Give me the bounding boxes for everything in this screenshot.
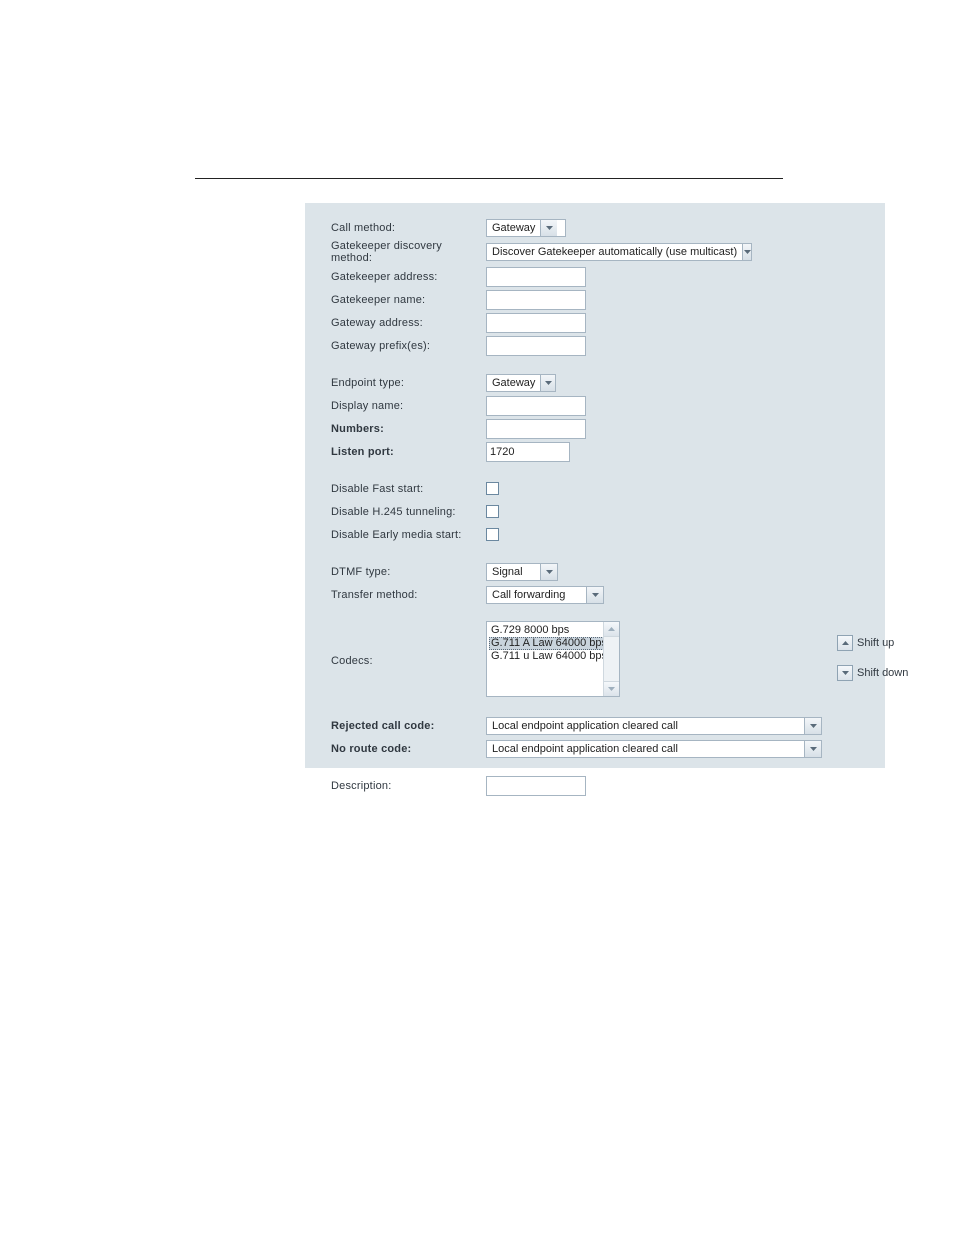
gw-address-input[interactable] <box>486 313 586 333</box>
disable-h245-checkbox[interactable] <box>486 505 499 518</box>
gk-name-input[interactable] <box>486 290 586 310</box>
gk-discovery-select[interactable]: Discover Gatekeeper automatically (use m… <box>486 243 752 261</box>
description-label: Description: <box>331 780 486 792</box>
no-route-code-value: Local endpoint application cleared call <box>487 741 804 757</box>
gk-discovery-value: Discover Gatekeeper automatically (use m… <box>487 244 742 260</box>
gw-prefix-input[interactable] <box>486 336 586 356</box>
listen-port-label: Listen port: <box>331 446 486 458</box>
scroll-up-icon[interactable] <box>604 622 619 637</box>
endpoint-type-select[interactable]: Gateway <box>486 374 556 392</box>
call-method-label: Call method: <box>331 222 486 234</box>
chevron-down-icon <box>540 564 557 580</box>
list-item[interactable]: G.729 8000 bps <box>489 624 604 637</box>
dtmf-type-value: Signal <box>487 564 540 580</box>
gk-address-label: Gatekeeper address: <box>331 271 486 283</box>
shift-up-label: Shift up <box>857 637 894 649</box>
gk-name-label: Gatekeeper name: <box>331 294 486 306</box>
numbers-input[interactable] <box>486 419 586 439</box>
disable-early-checkbox[interactable] <box>486 528 499 541</box>
arrow-up-icon <box>837 635 853 651</box>
call-method-value: Gateway <box>487 220 540 236</box>
gk-discovery-label: Gatekeeper discovery method: <box>331 240 486 264</box>
transfer-method-label: Transfer method: <box>331 589 486 601</box>
codecs-listbox[interactable]: G.729 8000 bps G.711 A Law 64000 bps G.7… <box>486 621 620 697</box>
listen-port-input[interactable] <box>486 442 570 462</box>
transfer-method-value: Call forwarding <box>487 587 586 603</box>
call-method-select[interactable]: Gateway <box>486 219 566 237</box>
shift-down-button[interactable]: Shift down <box>837 665 917 681</box>
chevron-down-icon <box>540 375 555 391</box>
rejected-code-value: Local endpoint application cleared call <box>487 718 804 734</box>
scrollbar[interactable] <box>603 622 619 696</box>
chevron-down-icon <box>540 220 557 236</box>
display-name-label: Display name: <box>331 400 486 412</box>
dtmf-type-select[interactable]: Signal <box>486 563 558 581</box>
chevron-down-icon <box>804 718 821 734</box>
gw-address-label: Gateway address: <box>331 317 486 329</box>
list-item[interactable]: G.711 u Law 64000 bps <box>489 650 604 663</box>
shift-down-label: Shift down <box>857 667 908 679</box>
no-route-code-label: No route code: <box>331 743 486 755</box>
gk-address-input[interactable] <box>486 267 586 287</box>
rejected-code-label: Rejected call code: <box>331 720 486 732</box>
disable-fast-start-label: Disable Fast start: <box>331 483 486 495</box>
header-rule <box>195 178 783 179</box>
scroll-down-icon[interactable] <box>604 681 619 696</box>
endpoint-type-value: Gateway <box>487 375 540 391</box>
rejected-code-select[interactable]: Local endpoint application cleared call <box>486 717 822 735</box>
disable-early-label: Disable Early media start: <box>331 529 486 541</box>
chevron-down-icon <box>586 587 603 603</box>
transfer-method-select[interactable]: Call forwarding <box>486 586 604 604</box>
gw-prefix-label: Gateway prefix(es): <box>331 340 486 352</box>
disable-h245-label: Disable H.245 tunneling: <box>331 506 486 518</box>
endpoint-type-label: Endpoint type: <box>331 377 486 389</box>
no-route-code-select[interactable]: Local endpoint application cleared call <box>486 740 822 758</box>
chevron-down-icon <box>742 244 751 260</box>
display-name-input[interactable] <box>486 396 586 416</box>
numbers-label: Numbers: <box>331 423 486 435</box>
arrow-down-icon <box>837 665 853 681</box>
disable-fast-start-checkbox[interactable] <box>486 482 499 495</box>
codecs-label: Codecs: <box>331 655 486 667</box>
settings-panel: Call method: Gateway Gatekeeper discover… <box>305 203 885 768</box>
dtmf-type-label: DTMF type: <box>331 566 486 578</box>
list-item[interactable]: G.711 A Law 64000 bps <box>489 637 604 650</box>
chevron-down-icon <box>804 741 821 757</box>
description-input[interactable] <box>486 776 586 796</box>
shift-up-button[interactable]: Shift up <box>837 635 917 651</box>
